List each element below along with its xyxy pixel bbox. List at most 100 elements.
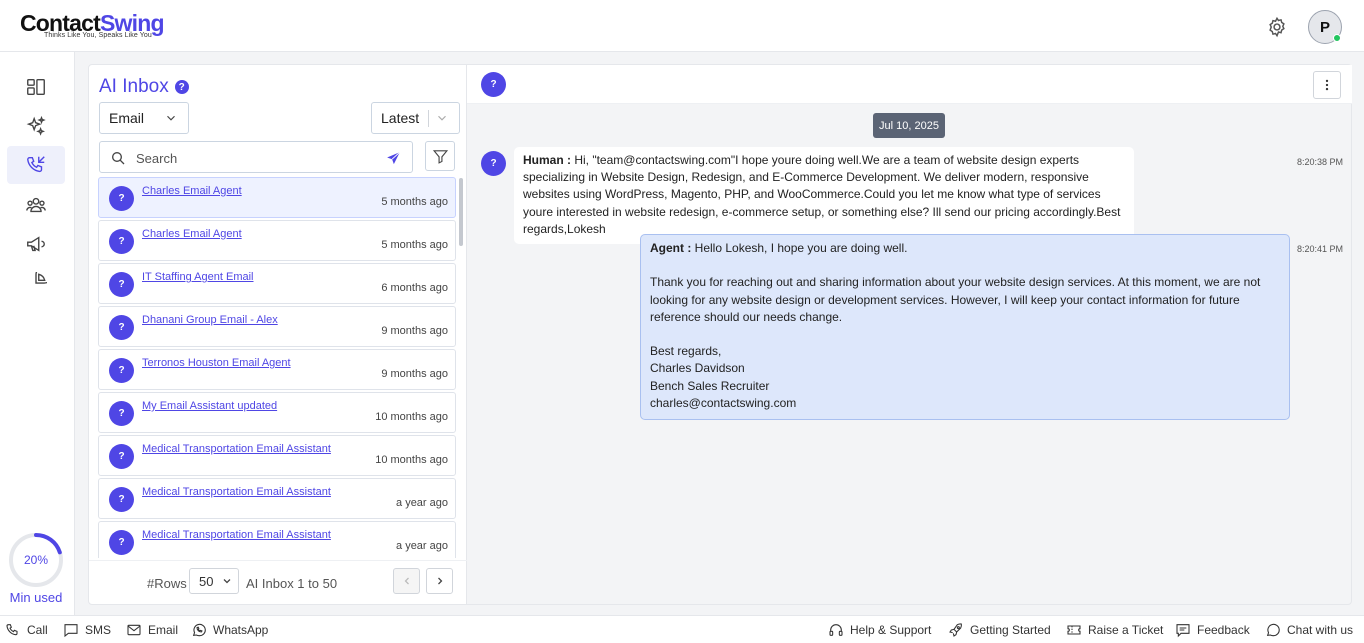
item-timestamp: a year ago: [396, 497, 448, 509]
sms-icon: [64, 624, 78, 638]
item-timestamp: 6 months ago: [381, 282, 448, 294]
page-title: AI Inbox ?: [99, 76, 189, 98]
list-item[interactable]: ? Charles Email Agent 5 months ago: [98, 220, 456, 261]
agent-name-link[interactable]: Dhanani Group Email - Alex: [142, 314, 278, 326]
channel-select[interactable]: Email: [99, 102, 189, 134]
list-item[interactable]: ? Medical Transportation Email Assistant a…: [98, 478, 456, 519]
phone-calls-icon[interactable]: [7, 146, 65, 184]
more-options-button[interactable]: [1313, 71, 1341, 99]
agent-name-link[interactable]: Medical Transportation Email Assistant: [142, 443, 331, 455]
list-item[interactable]: ? My Email Assistant updated 10 months ago: [98, 392, 456, 433]
message-timestamp: 8:20:38 PM: [1297, 157, 1344, 167]
feedback-link[interactable]: Feedback: [1175, 622, 1250, 638]
agent-name-link[interactable]: IT Staffing Agent Email: [142, 271, 254, 283]
left-sidebar: 20% Min used: [0, 52, 75, 615]
list-item[interactable]: ? Charles Email Agent 5 months ago: [98, 177, 456, 218]
next-page-button[interactable]: [426, 568, 453, 594]
sms-button[interactable]: SMS: [63, 622, 111, 638]
chat-bubble-icon: [1266, 623, 1280, 637]
conversation-panel: ? Jul 10, 2025 ? Human : Hi, "team@conta…: [467, 64, 1352, 605]
agent-name-link[interactable]: Charles Email Agent: [142, 185, 242, 197]
message-line: Bench Sales Recruiter: [650, 378, 770, 393]
sparkles-icon[interactable]: [7, 107, 65, 145]
agent-avatar: ?: [109, 272, 134, 297]
search-input[interactable]: [136, 148, 376, 168]
getting-started-link[interactable]: Getting Started: [948, 622, 1051, 638]
contacts-icon[interactable]: [7, 186, 65, 224]
message-line: [650, 257, 1280, 274]
usage-percent: 20%: [23, 553, 49, 567]
help-icon[interactable]: ?: [174, 80, 189, 94]
list-item[interactable]: ? IT Staffing Agent Email 6 months ago: [98, 263, 456, 304]
rocket-icon: [949, 623, 962, 637]
avatar[interactable]: P: [1308, 10, 1342, 44]
logo-tagline: Thinks Like You, Speaks Like You: [44, 32, 152, 39]
list-scrollbar[interactable]: [459, 178, 463, 246]
agent-avatar: ?: [109, 487, 134, 512]
human-avatar: ?: [481, 151, 506, 176]
inbox-title: AI Inbox: [99, 76, 169, 97]
rows-per-page-select[interactable]: 50: [189, 568, 239, 594]
list-item[interactable]: ? Terronos Houston Email Agent 9 months ag…: [98, 349, 456, 390]
avatar-initial: P: [1319, 18, 1330, 36]
message-speaker: Agent :: [650, 241, 692, 255]
usage-meter: 20% Min used: [7, 532, 65, 605]
dashboard-icon[interactable]: [7, 68, 65, 106]
agent-message: Agent : Hello Lokesh, I hope you are doi…: [640, 234, 1290, 420]
agent-name-link[interactable]: Terronos Houston Email Agent: [142, 357, 291, 369]
item-timestamp: 10 months ago: [375, 411, 448, 423]
item-timestamp: 9 months ago: [381, 368, 448, 380]
logo[interactable]: ContactSwing Thinks Like You, Speaks Lik…: [20, 10, 165, 39]
channel-select-value: Email: [109, 110, 145, 126]
top-header: ContactSwing Thinks Like You, Speaks Lik…: [0, 0, 1364, 52]
email-button[interactable]: Email: [126, 622, 178, 638]
message-timestamp: 8:20:41 PM: [1297, 244, 1344, 254]
sort-select[interactable]: Latest: [371, 102, 460, 134]
item-timestamp: 5 months ago: [381, 239, 448, 251]
filter-button[interactable]: [425, 141, 455, 171]
prev-page-button[interactable]: [393, 568, 420, 594]
agent-name-link[interactable]: Medical Transportation Email Assistant: [142, 486, 331, 498]
pie-chart-icon[interactable]: [7, 264, 65, 302]
headset-icon: [829, 624, 843, 636]
search-box: [99, 141, 413, 173]
help-support-link[interactable]: Help & Support: [828, 622, 931, 638]
agent-name-link[interactable]: Charles Email Agent: [142, 228, 242, 240]
chevron-down-icon: [223, 579, 231, 584]
rows-per-page-value: 50: [199, 574, 214, 589]
conversation-header: ?: [467, 65, 1352, 104]
chevron-left-icon: [404, 577, 409, 585]
contact-avatar[interactable]: ?: [481, 72, 506, 97]
date-divider: Jul 10, 2025: [873, 113, 945, 138]
inbox-panel: AI Inbox ? Email Latest ? Charles Email A…: [88, 64, 468, 605]
megaphone-icon[interactable]: [7, 225, 65, 263]
whatsapp-icon: [192, 623, 206, 637]
send-icon[interactable]: [385, 150, 402, 167]
agent-avatar: ?: [109, 229, 134, 254]
raise-ticket-link[interactable]: Raise a Ticket: [1066, 622, 1163, 638]
agent-avatar: ?: [109, 444, 134, 469]
whatsapp-button[interactable]: WhatsApp: [191, 622, 268, 638]
rows-label: #Rows: [147, 576, 187, 591]
agent-name-link[interactable]: My Email Assistant updated: [142, 400, 277, 412]
list-item[interactable]: ? Medical Transportation Email Assistant 1…: [98, 435, 456, 476]
item-timestamp: 10 months ago: [375, 454, 448, 466]
item-timestamp: 5 months ago: [381, 196, 448, 208]
message-line: [650, 326, 1280, 343]
agent-avatar: ?: [109, 358, 134, 383]
agent-name-link[interactable]: Medical Transportation Email Assistant: [142, 529, 331, 541]
agent-avatar: ?: [109, 401, 134, 426]
search-icon: [112, 152, 125, 165]
list-item[interactable]: ? Medical Transportation Email Assistant a…: [98, 521, 456, 558]
list-item[interactable]: ? Dhanani Group Email - Alex 9 months ago: [98, 306, 456, 347]
call-button[interactable]: Call: [5, 622, 48, 638]
gear-icon[interactable]: [1266, 16, 1288, 38]
sort-select-value: Latest: [381, 110, 420, 126]
message-line: Charles Davidson: [650, 361, 745, 376]
agent-avatar: ?: [109, 530, 134, 555]
feedback-icon: [1176, 624, 1190, 638]
bottom-bar: Call SMS Email WhatsApp Help & Support G…: [0, 615, 1364, 643]
select-divider: [428, 110, 429, 127]
chat-with-us-link[interactable]: Chat with us: [1265, 622, 1353, 638]
phone-icon: [6, 624, 18, 636]
